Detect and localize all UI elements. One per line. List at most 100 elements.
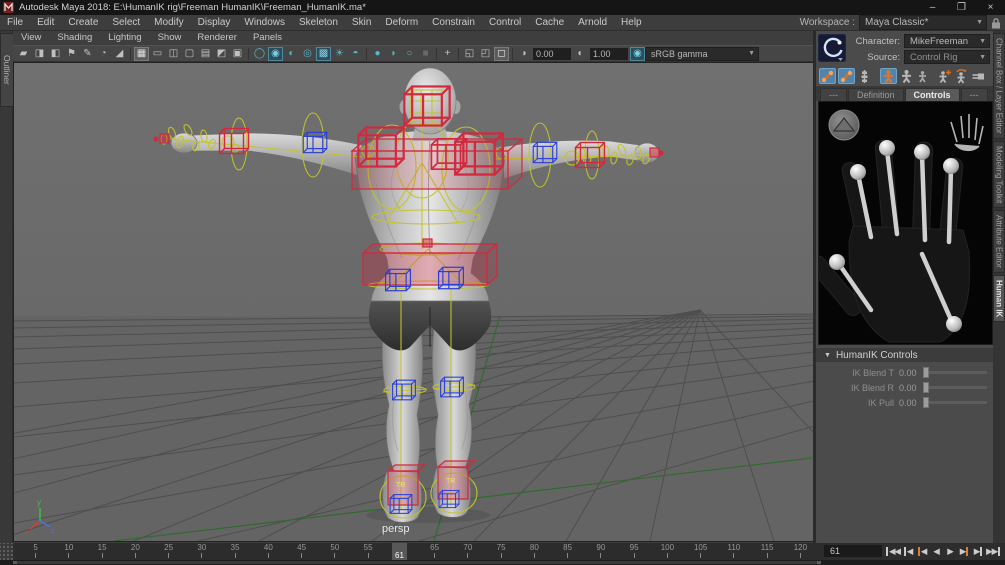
source-dropdown[interactable]: Control Rig ▼ [904, 50, 990, 64]
slider-handle[interactable] [923, 382, 929, 393]
xray-icon[interactable]: ◱ [462, 47, 477, 61]
slider-track[interactable] [923, 401, 987, 404]
menubar-item[interactable]: Constrain [425, 15, 482, 31]
resolution-gate-icon[interactable]: ◫ [166, 47, 181, 61]
menubar-item[interactable]: Skin [345, 15, 378, 31]
minimize-button[interactable]: – [918, 0, 947, 15]
menubar-item[interactable]: Select [105, 15, 147, 31]
slider-handle[interactable] [923, 397, 929, 408]
side-tab-modeling-toolkit[interactable]: Modeling Toolkit [993, 141, 1005, 208]
menubar-item[interactable]: Display [191, 15, 238, 31]
shadows-icon[interactable]: ▩ [316, 47, 331, 61]
go-to-start-button[interactable]: ◀◀ [886, 544, 900, 558]
hik-tab-controls[interactable]: Controls [905, 88, 960, 101]
body-part-mode-icon[interactable] [899, 68, 914, 84]
step-forward-frame-button[interactable]: ▶ [972, 544, 984, 558]
side-tab-attribute-editor[interactable]: Attribute Editor [993, 210, 1005, 273]
pan-zoom-icon[interactable]: ◔ [96, 47, 111, 61]
outliner-tab[interactable]: Outliner [0, 33, 14, 107]
ambient-occlusion-icon[interactable]: ☀ [332, 47, 347, 61]
slider-track[interactable] [923, 386, 987, 389]
slider-value[interactable]: 0.00 [899, 383, 923, 393]
menubar-item[interactable]: Control [482, 15, 528, 31]
panel-menu-item[interactable]: Panels [245, 31, 290, 45]
film-gate-icon[interactable]: ▭ [150, 47, 165, 61]
hik-tab-definition[interactable]: Definition [848, 88, 904, 101]
slider-value[interactable]: 0.00 [899, 398, 923, 408]
contrast-icon[interactable]: ◐ [573, 47, 588, 61]
hik-tab-end[interactable]: --- [961, 88, 988, 101]
range-slider[interactable] [0, 560, 1005, 565]
menubar-item[interactable]: Arnold [571, 15, 614, 31]
gamma-field[interactable]: 1.00 [590, 48, 628, 60]
curve-display-icon[interactable]: ○ [402, 47, 417, 61]
xray-joints-icon[interactable]: ◰ [478, 47, 493, 61]
controls-character-view[interactable] [818, 101, 993, 345]
play-forwards-button[interactable]: ▶ [944, 544, 956, 558]
slider-value[interactable]: 0.00 [899, 368, 923, 378]
panel-menu-item[interactable]: Lighting [100, 31, 149, 45]
smooth-shade-icon[interactable]: ◉ [268, 47, 283, 61]
step-back-key-button[interactable]: ◀ [916, 544, 928, 558]
character-dropdown[interactable]: MikeFreeman ▼ [904, 34, 990, 48]
bookmark-icon[interactable]: ⚑ [64, 47, 79, 61]
select-camera-icon[interactable]: ▰ [16, 47, 31, 61]
restore-button[interactable]: ❐ [947, 0, 976, 15]
lighting-icon[interactable]: ● [370, 47, 385, 61]
panel-menu-item[interactable]: Renderer [189, 31, 245, 45]
menubar-item[interactable]: Windows [237, 15, 292, 31]
safe-title-icon[interactable]: ▣ [230, 47, 245, 61]
motion-blur-icon[interactable]: ◓ [348, 47, 363, 61]
textured-icon[interactable]: ◐ [284, 47, 299, 61]
panel-menu-item[interactable]: Shading [49, 31, 100, 45]
go-to-end-button[interactable]: ▶▶ [986, 544, 1000, 558]
timeline-grip[interactable] [0, 543, 13, 560]
shadow-ball-icon[interactable]: ◗ [386, 47, 401, 61]
use-all-lights-icon[interactable]: ◎ [300, 47, 315, 61]
set-body-part-key-icon[interactable] [838, 68, 855, 84]
side-tab-human-ik[interactable]: Human IK [993, 275, 1005, 322]
menubar-item[interactable]: Create [61, 15, 105, 31]
menubar-item[interactable]: Cache [528, 15, 571, 31]
grease-pencil-icon[interactable]: ◢ [112, 47, 127, 61]
panel-menu-item[interactable]: Show [150, 31, 190, 45]
humanik-controls-header[interactable]: ▼ HumanIK Controls [816, 348, 993, 362]
grid-icon[interactable]: ▦ [134, 47, 149, 61]
camera-attributes-icon[interactable]: ◧ [48, 47, 63, 61]
selection-mode-icon[interactable] [916, 68, 929, 84]
workspace-dropdown[interactable]: Maya Classic* ▼ [859, 15, 987, 30]
panel-menu-item[interactable]: View [13, 31, 49, 45]
stance-pose-icon[interactable] [954, 68, 969, 84]
close-button[interactable]: × [976, 0, 1005, 15]
selection-highlight-icon[interactable]: + [440, 47, 455, 61]
menubar-item[interactable]: Edit [30, 15, 61, 31]
menubar-item[interactable]: Modify [147, 15, 190, 31]
wireframe-icon[interactable]: ◯ [252, 47, 267, 61]
expand-view-button[interactable] [829, 110, 859, 140]
step-forward-key-button[interactable]: ▶ [958, 544, 970, 558]
lock-icon[interactable] [991, 17, 1001, 29]
menubar-item[interactable]: Skeleton [292, 15, 345, 31]
timeline-ruler[interactable]: 5 10 15 20 25 [13, 543, 823, 560]
range-slider-bar[interactable] [13, 561, 821, 564]
add-auxiliary-icon[interactable] [937, 68, 952, 84]
exposure-icon[interactable]: ◑ [516, 47, 531, 61]
side-tab-channel-box[interactable]: Channel Box / Layer Editor [993, 33, 1005, 139]
character-icon[interactable] [818, 34, 846, 62]
field-chart-icon[interactable]: ▤ [198, 47, 213, 61]
hik-tab-start[interactable]: --- [820, 88, 847, 101]
safe-action-icon[interactable]: ◩ [214, 47, 229, 61]
menubar-item[interactable]: Deform [378, 15, 425, 31]
slider-track[interactable] [923, 371, 987, 374]
timeline-playhead[interactable]: 61 [392, 543, 407, 560]
view-transform-dropdown[interactable]: sRGB gamma ▼ [645, 47, 759, 61]
exposure-field[interactable]: 0.00 [533, 48, 571, 60]
default-material-icon[interactable]: ■ [418, 47, 433, 61]
set-full-body-key-icon[interactable] [819, 68, 836, 84]
gate-mask-icon[interactable]: ▢ [182, 47, 197, 61]
current-frame-field[interactable]: 61 [824, 545, 882, 557]
color-management-icon[interactable]: ◉ [630, 47, 645, 61]
perspective-viewport[interactable]: TR TR [13, 62, 815, 542]
skeleton-icon[interactable] [857, 68, 872, 84]
connector-icon[interactable] [971, 68, 986, 84]
